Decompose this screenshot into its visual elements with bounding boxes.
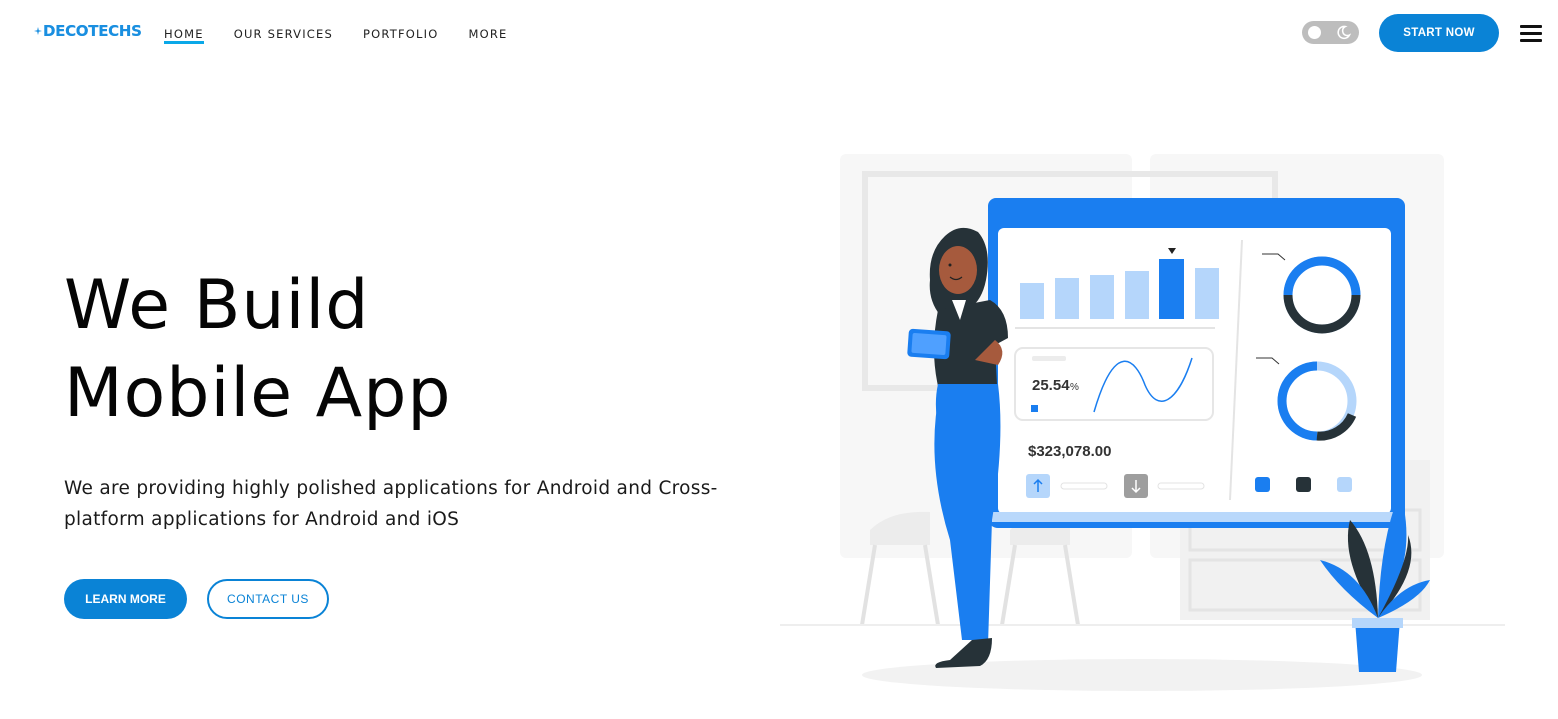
stat-percent: 25.54 — [1032, 377, 1070, 394]
dark-mode-toggle[interactable] — [1302, 21, 1359, 44]
nav-more[interactable]: MORE — [468, 27, 507, 41]
hero-title-line1: We Build — [64, 266, 370, 345]
dashboard-screen: 25.54 % $323,078.00 — [988, 198, 1405, 528]
hero-illustration: 25.54 % $323,078.00 — [780, 154, 1505, 691]
main-nav: HOME OUR SERVICES PORTFOLIO MORE — [164, 27, 538, 44]
toggle-knob — [1308, 26, 1321, 39]
contact-us-button[interactable]: CONTACT US — [207, 579, 329, 619]
logo-star-icon — [34, 27, 42, 35]
logo[interactable]: DECOTECHS — [34, 22, 142, 40]
learn-more-button[interactable]: LEARN MORE — [64, 579, 187, 619]
stat-amount: $323,078.00 — [1028, 443, 1111, 460]
hero-title-highlight: Mobile — [64, 350, 298, 438]
nav-our-services[interactable]: OUR SERVICES — [234, 27, 333, 41]
site-header: DECOTECHS HOME OUR SERVICES PORTFOLIO MO… — [0, 0, 1558, 68]
hero-title-rest: App — [293, 354, 452, 433]
nav-home[interactable]: HOME — [164, 27, 204, 44]
menu-icon[interactable] — [1520, 25, 1542, 42]
stat-percent-unit: % — [1070, 382, 1079, 393]
moon-icon — [1337, 25, 1352, 40]
hero-description: We are providing highly polished applica… — [64, 478, 718, 530]
nav-portfolio[interactable]: PORTFOLIO — [363, 27, 438, 41]
start-now-button[interactable]: START NOW — [1379, 14, 1499, 52]
hero-title: We Build Mobile App — [64, 262, 452, 438]
logo-text: DECOTECHS — [43, 22, 142, 40]
hero-title-line2: Mobile App — [64, 350, 452, 438]
